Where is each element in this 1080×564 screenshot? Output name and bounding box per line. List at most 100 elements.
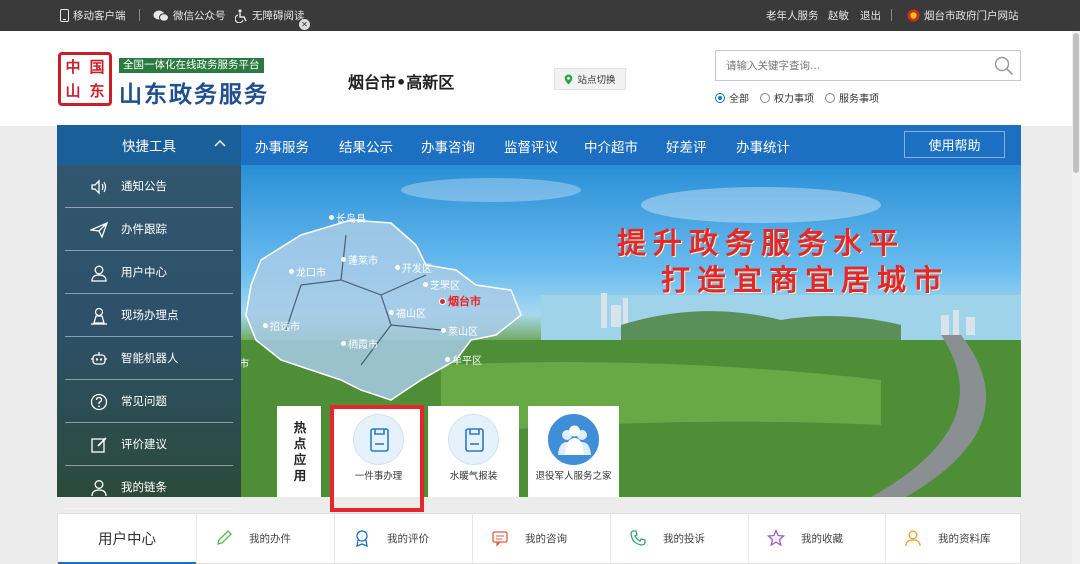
radio-label: 全部 [729, 94, 749, 105]
uc-item-label: 我的评价 [387, 533, 429, 545]
mobile-phone-icon [60, 9, 69, 22]
sidebar-item-faq[interactable]: 常见问题 [65, 380, 233, 423]
current-city: 烟台市•高新区 [348, 73, 455, 92]
edit-icon [91, 437, 107, 453]
sidebar-item-tracking[interactable]: 办件跟踪 [65, 208, 233, 251]
seal-char: 国 [89, 58, 105, 76]
map-label-muping: 牟平区 [445, 352, 482, 367]
star-icon [767, 529, 785, 547]
cloud [401, 178, 581, 202]
top-bar: 移动客户端 微信公众号 无障碍阅读 ✕ 老年人服务 赵敏 退出 烟台市政府门户网… [0, 0, 1080, 31]
uc-item-my-cases[interactable]: 我的办件 [196, 514, 334, 563]
wechat-label: 微信公众号 [173, 10, 226, 22]
uc-item-my-complaints[interactable]: 我的投诉 [610, 514, 748, 563]
help-button[interactable]: 使用帮助 [904, 131, 1005, 158]
radio-dot [760, 92, 770, 103]
chevron-up-icon [214, 139, 226, 147]
station-switch-button[interactable]: 站点切换 [554, 68, 626, 90]
sidebar-item-user-center[interactable]: 用户中心 [65, 251, 233, 294]
nav-item-consult[interactable]: 办事咨询 [421, 136, 475, 156]
map-label-zhaoyuan: 招远市 [263, 318, 300, 333]
search-input[interactable] [716, 51, 986, 80]
elderly-service-label: 老年人服务 [766, 10, 819, 22]
sidebar-item-robot[interactable]: 智能机器人 [65, 337, 233, 380]
quick-tools-toggle[interactable]: 快捷工具 [57, 125, 241, 165]
person-icon [91, 480, 107, 497]
wechat-link[interactable]: 微信公众号 [153, 8, 226, 23]
uc-item-label: 我的咨询 [525, 533, 567, 545]
main-nav: 快捷工具 办事服务 结果公示 办事咨询 监督评议 中介超市 好差评 办事统计 使… [57, 125, 1021, 165]
quick-tools-label: 快捷工具 [122, 139, 176, 155]
platform-subtitle: 全国一体化在线政务服务平台 [119, 58, 264, 73]
hot-app-veterans[interactable]: 退役军人服务之家 [528, 406, 619, 497]
radio-label: 服务事项 [839, 94, 879, 105]
radio-dot [715, 92, 725, 103]
sidebar-item-feedback[interactable]: 评价建议 [65, 423, 233, 466]
mobile-client-label: 移动客户端 [73, 10, 126, 22]
document-icon [465, 428, 484, 452]
header: 中 国 山 东 全国一体化在线政务服务平台 山东政务服务 烟台市•高新区 站点切… [0, 31, 1080, 126]
wechat-icon [153, 10, 169, 22]
scrollbar-thumb[interactable] [1073, 33, 1079, 173]
user-name-link[interactable]: 赵敏 [828, 8, 849, 23]
slogan-line-2: 打造宜商宜居城市 [661, 263, 950, 297]
quick-tools-sidebar: 通知公告 办件跟踪 用户中心 现场办理点 智能机器人 常见问题 评价建议 我的链… [57, 165, 241, 509]
radio-all[interactable]: 全部 [715, 90, 749, 105]
hot-app-label: 水暖气报装 [449, 471, 498, 482]
uc-item-label: 我的资料库 [938, 533, 991, 545]
nav-item-rating[interactable]: 好差评 [666, 136, 707, 156]
portal-label: 烟台市政府门户网站 [924, 10, 1019, 22]
radio-power-items[interactable]: 权力事项 [760, 90, 814, 105]
logout-label: 退出 [860, 10, 881, 22]
phone-icon [630, 530, 646, 546]
wheelchair-icon [235, 8, 247, 23]
soldiers-icon [558, 425, 591, 455]
search-box [715, 50, 1021, 81]
user-center-title[interactable]: 用户中心 [58, 514, 196, 564]
logout-link[interactable]: 退出 [860, 8, 881, 23]
sidebar-item-label: 现场办理点 [121, 308, 179, 322]
logo-seal[interactable]: 中 国 山 东 [58, 52, 112, 106]
paper-plane-icon [90, 221, 108, 239]
cloud [641, 187, 881, 223]
accessible-label: 无障碍阅读 [252, 10, 305, 22]
nav-item-results[interactable]: 结果公示 [339, 136, 393, 156]
sidebar-item-label: 用户中心 [121, 265, 167, 279]
question-icon [90, 393, 108, 411]
sidebar-item-offline-points[interactable]: 现场办理点 [65, 294, 233, 337]
sidebar-item-my-chain[interactable]: 我的链条 [65, 466, 233, 509]
uc-item-my-consultations[interactable]: 我的咨询 [472, 514, 610, 563]
nav-item-agency-market[interactable]: 中介超市 [584, 136, 638, 156]
hot-app-utilities[interactable]: 水暖气报装 [428, 406, 519, 497]
location-person-icon [91, 307, 107, 325]
user-center-bar: 用户中心 我的办件 我的评价 我的咨询 我的投诉 我的收藏 我的资料库 [57, 513, 1021, 564]
uc-item-my-library[interactable]: 我的资料库 [885, 514, 1021, 563]
sidebar-item-label: 常见问题 [121, 394, 167, 408]
seal-char: 山 [65, 82, 81, 100]
nav-item-services[interactable]: 办事服务 [255, 136, 309, 156]
uc-item-my-ratings[interactable]: 我的评价 [334, 514, 472, 563]
seal-char: 东 [89, 82, 105, 100]
uc-item-my-favorites[interactable]: 我的收藏 [748, 514, 885, 563]
divider [891, 9, 892, 21]
sidebar-item-label: 办件跟踪 [121, 222, 167, 236]
highlight-box [330, 405, 424, 512]
close-icon[interactable]: ✕ [299, 19, 310, 30]
radio-service-items[interactable]: 服务事项 [825, 90, 879, 105]
sidebar-item-label: 我的链条 [121, 480, 167, 494]
sidebar-item-notices[interactable]: 通知公告 [65, 165, 233, 208]
search-icon[interactable] [994, 56, 1014, 76]
nav-item-supervision[interactable]: 监督评议 [504, 136, 558, 156]
page-scrollbar[interactable] [1072, 31, 1080, 564]
map-label-kaifaqu: 开发区 [395, 260, 432, 275]
elderly-service-link[interactable]: 老年人服务 [766, 8, 819, 23]
nav-item-statistics[interactable]: 办事统计 [736, 136, 790, 156]
mobile-client-link[interactable]: 移动客户端 [60, 8, 126, 23]
accessible-link[interactable]: 无障碍阅读 [235, 8, 305, 23]
radio-dot [825, 92, 835, 103]
pencil-icon [217, 530, 232, 545]
user-name: 赵敏 [828, 10, 849, 22]
map-label-penglai: 蓬莱市 [341, 252, 378, 267]
portal-link[interactable]: 烟台市政府门户网站 [907, 8, 1019, 23]
site-title[interactable]: 山东政务服务 [119, 75, 269, 109]
